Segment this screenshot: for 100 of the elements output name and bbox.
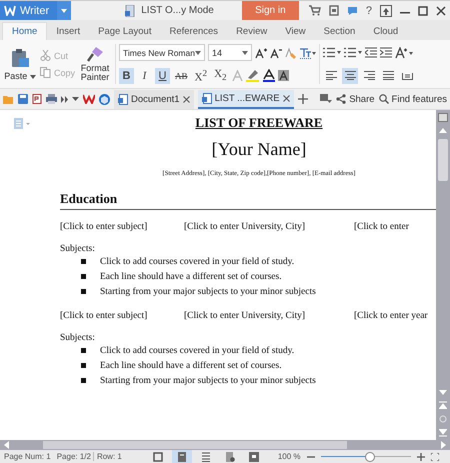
bullet-text: Each line should have a different set of courses. [100,272,282,282]
name-field[interactable]: [Your Name] [212,139,306,159]
decrease-indent-icon[interactable] [365,47,378,58]
grow-font-icon[interactable] [255,46,268,58]
close-icon[interactable] [282,94,290,102]
subjects-label: Subjects: [60,244,96,254]
share-button[interactable]: Share [336,94,375,104]
ribbon-tab[interactable]: Insert [47,22,90,40]
text-effect-icon[interactable] [300,46,316,58]
font-name-field[interactable]: Times New Roman [119,44,206,61]
section-heading: Education [60,191,436,210]
bullet-icon [81,363,86,368]
ribbon-tab[interactable]: View [276,22,315,40]
ribbon-tab[interactable]: Page Layout [89,22,160,40]
alignment-icon [402,71,413,80]
bullet-text: Starting from your major subjects to your minor subjects [100,286,316,296]
page-count-status: Page: 1/2 [56,452,91,461]
more-icon[interactable] [61,96,68,102]
highlight-icon[interactable] [246,69,260,82]
bold-button[interactable]: B [119,68,134,84]
numbered-list-icon[interactable] [344,47,362,58]
bullet-icon [81,348,86,353]
row-status: Row: 1 [92,452,122,461]
caret-icon [242,50,248,54]
character-shading-icon[interactable] [278,70,289,81]
fit-window-icon[interactable] [430,452,439,460]
app-dropdown-button[interactable] [57,1,72,20]
subscript-button[interactable]: X$_{2}$ [212,68,229,84]
upload-icon[interactable] [380,4,392,16]
find-features-button[interactable]: Find features [378,94,447,104]
zoom-slider-thumb[interactable] [365,452,376,462]
bullet-list-icon[interactable] [323,47,342,58]
text-size-icon[interactable] [395,46,414,58]
horizontal-scrollbar[interactable] [0,440,450,450]
alignment-icon [344,71,356,80]
bullet-text: Click to add courses covered in your field of study. [100,346,294,356]
year-field[interactable]: [Click to enter [354,222,409,232]
brush-icon [86,46,104,62]
document-tab[interactable]: LIST ...EWARE [198,90,294,108]
underline-button[interactable]: U [155,68,170,84]
scroll-thumb[interactable] [43,441,347,449]
year-field[interactable]: [Click to enter year [354,311,428,321]
superscript-button[interactable]: X$^{2}$ [192,68,210,84]
save-icon[interactable] [18,94,28,104]
close-icon[interactable] [182,96,190,102]
plus-icon[interactable] [298,94,308,104]
document-tab[interactable]: Document1 [114,90,194,108]
chat-icon[interactable] [346,6,358,16]
subject-field[interactable]: [Click to enter subject] [60,222,148,232]
font-color-icon[interactable] [262,69,275,82]
close-icon[interactable] [436,6,446,16]
document-icon [202,92,212,104]
document-icon [118,94,128,104]
page-view-button[interactable] [172,450,192,463]
bullet-icon [81,259,86,264]
cart-icon[interactable] [308,5,321,16]
format-painter-button[interactable]: Format Painter [78,46,112,82]
ribbon-tab[interactable]: Cloud [364,22,408,40]
view-mode-icon [152,452,163,462]
view-mode-icon [224,452,235,462]
caret-icon[interactable] [72,97,79,101]
caret-icon [195,50,202,54]
increase-indent-icon[interactable] [380,47,392,58]
university-field[interactable]: [Click to enter University, City] [184,222,306,232]
vertical-scrollbar[interactable] [436,110,450,440]
subject-field[interactable]: [Click to enter subject] [60,311,148,321]
help-menu[interactable]: ? [366,4,372,16]
bullet-icon [81,378,86,383]
alignment-icon [382,71,394,80]
scroll-thumb[interactable] [438,139,448,181]
w-logo-icon[interactable] [83,94,95,104]
view-mode-icon [176,452,187,462]
align-center-button[interactable] [342,68,358,84]
document-title: LIST OF FREEWARE [194,115,324,131]
font-size-field[interactable]: 14 [208,44,252,61]
printer-icon[interactable] [46,94,57,104]
strike-button[interactable]: AB [173,68,190,84]
zoom-in-icon[interactable] [416,452,425,460]
bullet-icon [81,274,86,279]
pdf-export-icon[interactable] [32,94,42,104]
ribbon-tab[interactable]: Home [2,22,48,40]
italic-button[interactable]: I [137,68,152,84]
ribbon-tab[interactable]: Section [314,22,364,40]
view-mode-icon [200,452,211,462]
panel-icon[interactable] [438,113,448,122]
maximize-icon[interactable] [418,6,428,16]
logo-icon [4,5,16,16]
cube-icon[interactable] [99,94,110,104]
search-icon [378,94,389,104]
zoom-percentage: 100 % [278,452,301,461]
university-field[interactable]: [Click to enter University, City] [184,311,306,321]
paste-button[interactable]: Paste [3,48,37,80]
app-menu-button[interactable]: Writer [0,1,58,20]
shrink-font-icon[interactable] [270,46,282,58]
bullet-text: Click to add courses covered in your field of study. [100,256,294,266]
toolbar-dropdown-icon[interactable] [320,94,332,104]
scissors-icon [40,50,51,61]
ribbon-tab[interactable]: Review [227,22,276,40]
bullet-icon [81,289,86,294]
ribbon-tab[interactable]: References [160,22,228,40]
